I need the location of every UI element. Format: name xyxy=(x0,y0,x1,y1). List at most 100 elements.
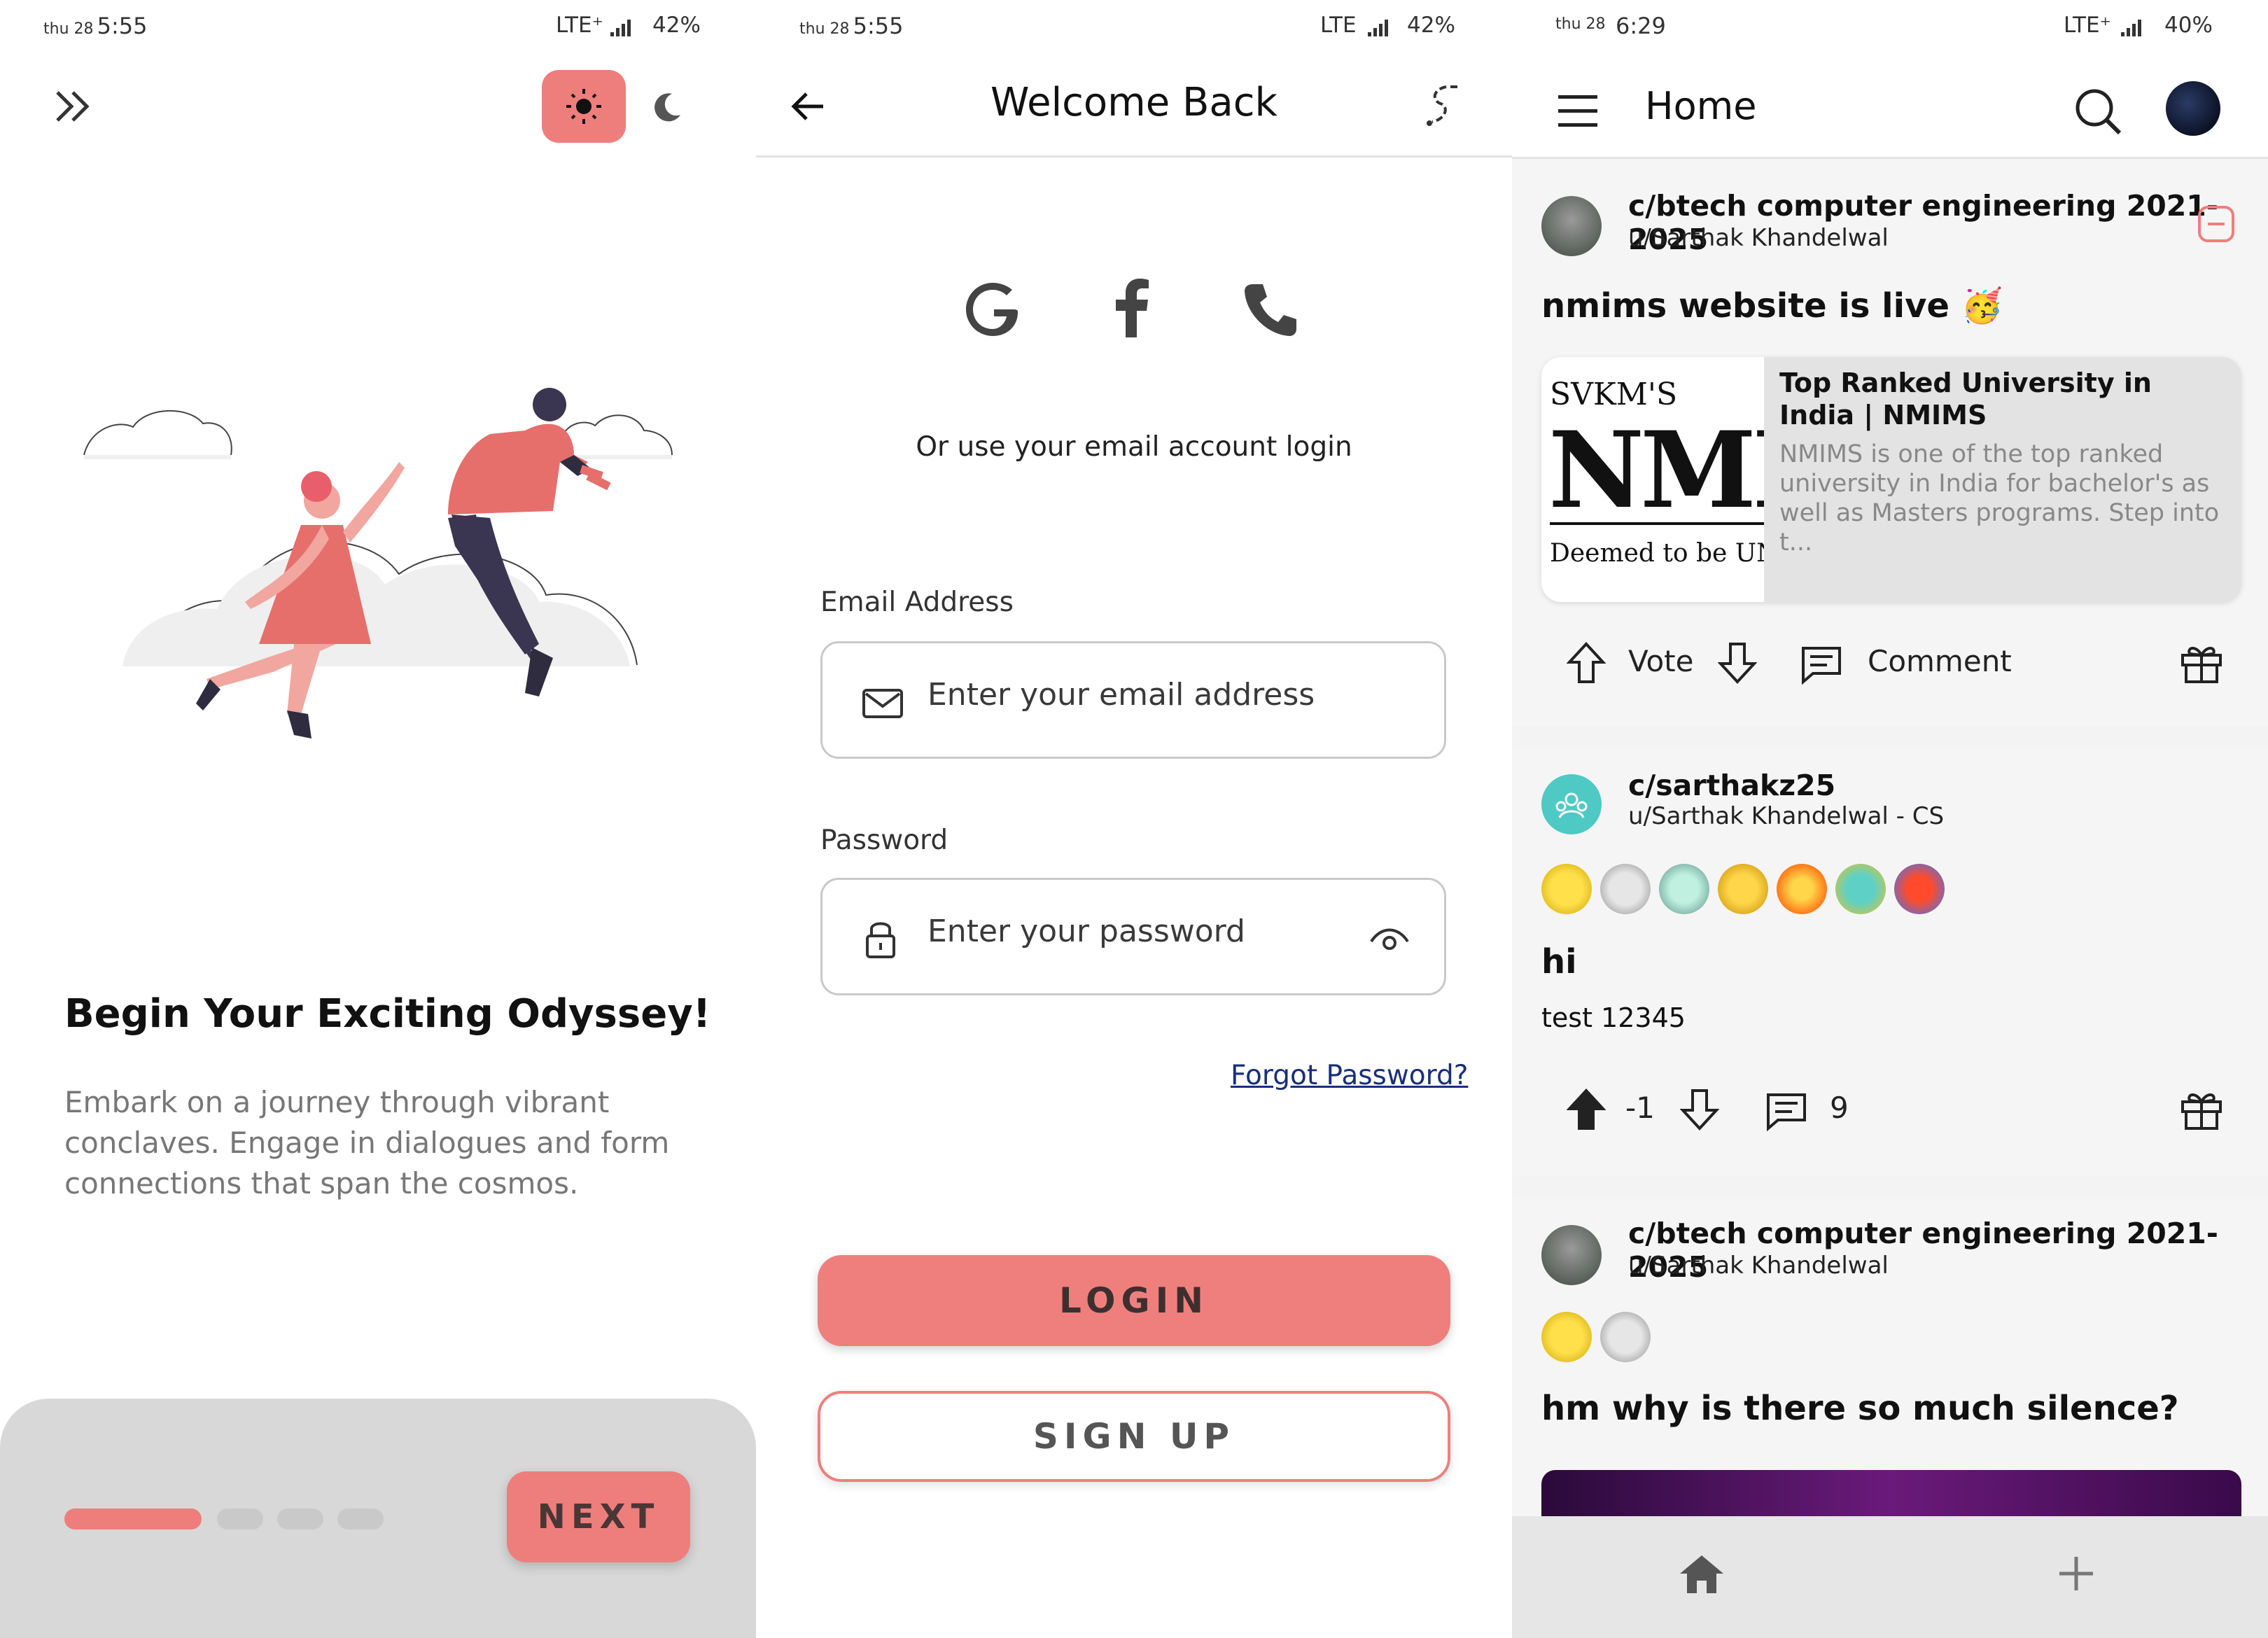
post-title: hi xyxy=(1541,942,1577,981)
status-time: 6:29 xyxy=(1616,13,1666,39)
arrow-down-icon[interactable] xyxy=(1718,641,1757,685)
pager-dot xyxy=(277,1508,323,1530)
login-title: Welcome Back xyxy=(990,80,1278,125)
onboarding-title: Begin Your Exciting Odyssey! xyxy=(64,991,711,1037)
signal-icon xyxy=(2121,20,2141,36)
password-label: Password xyxy=(820,825,948,856)
signal-icon xyxy=(610,20,631,36)
post-title: hm why is there so much silence? xyxy=(1541,1389,2179,1428)
arrow-up-icon[interactable] xyxy=(1567,1088,1606,1131)
username[interactable]: u/Sarthak Khandelwal xyxy=(1628,1252,1889,1280)
search-icon[interactable] xyxy=(2073,87,2122,136)
comment-label[interactable]: Comment xyxy=(1868,644,2012,678)
google-icon[interactable] xyxy=(965,280,1023,339)
signal-icon xyxy=(1368,20,1388,36)
logo-text-3: Deemed to be UNI xyxy=(1550,539,1764,568)
dancing-couple-illustration xyxy=(83,388,673,738)
status-battery: 42% xyxy=(1407,13,1455,38)
menu-icon[interactable] xyxy=(1557,92,1599,129)
minus-square-icon[interactable] xyxy=(2197,204,2236,244)
light-mode-button[interactable] xyxy=(542,70,626,143)
email-placeholder: Enter your email address xyxy=(927,677,1315,713)
comment-count: 9 xyxy=(1830,1091,1849,1125)
status-time: 5:55 xyxy=(853,13,904,39)
post-card[interactable]: c/btech computer engineering 2021-2025 u… xyxy=(1512,1197,2268,1554)
score: -1 xyxy=(1625,1091,1655,1125)
logo-divider xyxy=(1550,522,1764,525)
post-card[interactable]: c/sarthakz25 u/Sarthak Khandelwal - CS h… xyxy=(1512,748,2268,1176)
sun-icon xyxy=(566,89,601,124)
lock-icon xyxy=(866,922,895,958)
pager-dot-active xyxy=(64,1508,202,1530)
password-placeholder: Enter your password xyxy=(927,913,1245,949)
post-card[interactable]: c/btech computer engineering 2021-2025 u… xyxy=(1512,160,2268,727)
plus-icon[interactable] xyxy=(2055,1553,2097,1595)
header-divider xyxy=(1512,157,2268,159)
status-network: LTE⁺ xyxy=(556,13,603,38)
alt-login-text: Or use your email account login xyxy=(916,431,1352,463)
eye-icon[interactable] xyxy=(1368,925,1410,953)
comment-icon[interactable] xyxy=(1765,1092,1807,1131)
award-badge xyxy=(1718,864,1768,914)
community-avatar xyxy=(1541,1225,1602,1285)
status-time: 5:55 xyxy=(97,13,148,39)
status-day: thu 28 xyxy=(43,20,94,38)
signup-button[interactable]: SIGN UP xyxy=(818,1391,1450,1482)
onboarding-screen: thu 28 5:55 LTE⁺ 42% Begin Your Exciting… xyxy=(0,0,756,1638)
status-network: LTE⁺ xyxy=(2064,13,2111,38)
moon-icon[interactable] xyxy=(651,91,683,123)
header-divider xyxy=(756,155,1512,158)
vote-label: Vote xyxy=(1628,644,1694,678)
home-screen: thu 28 6:29 LTE⁺ 40% Home c/btech comput… xyxy=(1512,0,2268,1638)
community-avatar xyxy=(1541,196,1602,256)
status-day: thu 28 xyxy=(1555,15,1606,33)
mail-icon xyxy=(862,689,903,718)
home-icon[interactable] xyxy=(1677,1551,1726,1596)
app-bar: Home xyxy=(1512,67,2268,158)
profile-avatar[interactable] xyxy=(2166,81,2220,136)
login-screen: thu 28 5:55 LTE 42% Welcome Back Or use … xyxy=(756,0,1512,1638)
award-badge xyxy=(1600,1312,1651,1362)
password-field[interactable]: Enter your password xyxy=(820,878,1446,995)
gift-icon[interactable] xyxy=(2180,1088,2223,1131)
award-badge xyxy=(1777,864,1827,914)
username[interactable]: u/Sarthak Khandelwal xyxy=(1628,224,1889,252)
username[interactable]: u/Sarthak Khandelwal - CS xyxy=(1628,802,1944,830)
community-name[interactable]: c/sarthakz25 xyxy=(1628,769,1835,802)
link-description: NMIMS is one of the top ranked universit… xyxy=(1779,440,2220,556)
status-bar: thu 28 6:29 LTE⁺ 40% xyxy=(1512,0,2268,77)
link-preview[interactable]: SVKM'S NMI Deemed to be UNI Top Ranked U… xyxy=(1541,357,2241,602)
phone-icon[interactable] xyxy=(1242,281,1298,337)
body-line-1: Embark on a journey through vibrant xyxy=(64,1085,610,1119)
award-badge xyxy=(1541,1312,1592,1362)
status-network: LTE xyxy=(1320,13,1357,38)
link-thumbnail: SVKM'S NMI Deemed to be UNI xyxy=(1541,357,1764,602)
next-button[interactable]: NEXT xyxy=(507,1471,690,1562)
facebook-icon[interactable] xyxy=(1110,279,1152,339)
award-badge xyxy=(1541,864,1592,914)
forgot-password-link[interactable]: Forgot Password? xyxy=(1231,1060,1468,1091)
comment-icon[interactable] xyxy=(1800,645,1842,685)
award-badge xyxy=(1600,864,1651,914)
arrow-down-icon[interactable] xyxy=(1680,1088,1719,1131)
bottom-navigation xyxy=(1512,1516,2268,1638)
award-badge xyxy=(1835,864,1886,914)
double-chevron-right-icon[interactable] xyxy=(52,87,98,126)
login-button[interactable]: LOGIN xyxy=(818,1255,1450,1346)
home-title: Home xyxy=(1645,84,1757,128)
onboarding-body: Embark on a journey through vibrant conc… xyxy=(64,1082,669,1204)
status-battery: 42% xyxy=(652,13,701,38)
award-badge xyxy=(1659,864,1709,914)
award-badge xyxy=(1894,864,1945,914)
post-title: nmims website is live 🥳 xyxy=(1541,286,2003,326)
post-body: test 12345 xyxy=(1541,1002,1686,1033)
arrow-up-icon[interactable] xyxy=(1567,641,1606,685)
body-line-3: connections that span the cosmos. xyxy=(64,1166,579,1200)
status-bar: thu 28 5:55 LTE⁺ 42% xyxy=(43,13,708,48)
status-day: thu 28 xyxy=(799,20,850,38)
email-field[interactable]: Enter your email address xyxy=(820,641,1446,759)
gift-icon[interactable] xyxy=(2180,641,2223,685)
status-bar: thu 28 5:55 LTE 42% xyxy=(799,13,1464,48)
logo-text-1: SVKM'S xyxy=(1550,377,1678,412)
route-icon[interactable] xyxy=(1418,83,1460,127)
